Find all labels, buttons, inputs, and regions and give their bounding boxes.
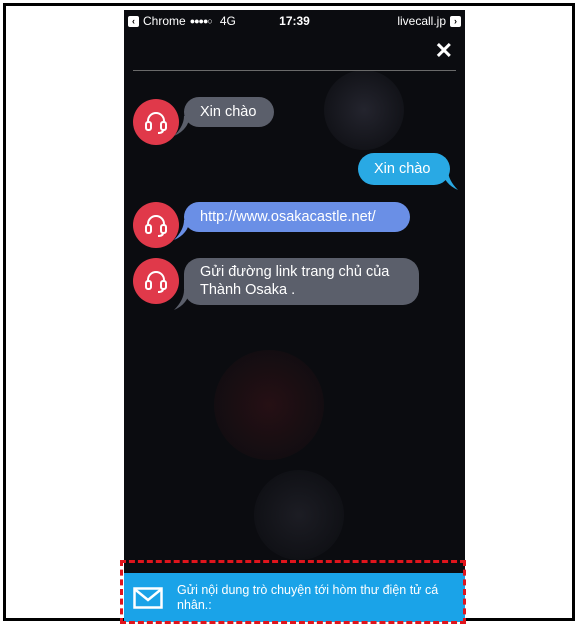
status-bar: ‹ Chrome ●●●●○ 4G 17:39 livecall.jp ›: [124, 10, 465, 32]
site-label[interactable]: livecall.jp: [397, 14, 446, 28]
close-icon[interactable]: ✕: [435, 40, 453, 62]
phone-screen: ‹ Chrome ●●●●○ 4G 17:39 livecall.jp › ✕ …: [124, 10, 465, 622]
agent-avatar: [133, 99, 179, 145]
user-message: Xin chào: [358, 153, 450, 185]
highlight-box: [120, 560, 466, 624]
agent-avatar: [133, 258, 179, 304]
header-divider: [133, 70, 456, 71]
headset-icon: [145, 112, 167, 134]
status-right[interactable]: livecall.jp ›: [397, 14, 461, 28]
headset-icon: [145, 271, 167, 293]
background-blur: [254, 470, 344, 560]
agent-message: Gửi đường link trang chủ của Thành Osaka…: [184, 258, 419, 305]
background-blur: [324, 70, 404, 150]
background-blur: [214, 350, 324, 460]
headset-icon: [145, 215, 167, 237]
agent-message: Xin chào: [184, 97, 274, 127]
agent-avatar: [133, 202, 179, 248]
forward-arrow-icon[interactable]: ›: [450, 15, 461, 27]
link-message[interactable]: http://www.osakacastle.net/: [184, 202, 410, 232]
